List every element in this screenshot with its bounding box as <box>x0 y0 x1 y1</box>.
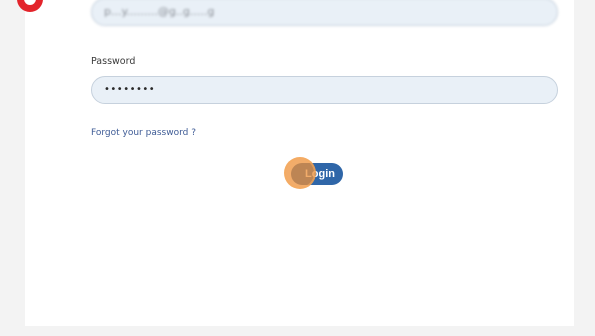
password-label: Password <box>91 56 136 67</box>
page: p...y.........@g..g.....g Password •••••… <box>0 0 595 336</box>
email-field[interactable]: p...y.........@g..g.....g <box>91 0 558 26</box>
login-card: p...y.........@g..g.....g Password •••••… <box>17 0 574 326</box>
forgot-password-link[interactable]: Forgot your password ? <box>91 128 196 138</box>
login-button[interactable]: Login <box>291 163 343 185</box>
password-field[interactable]: •••••••• <box>91 76 558 104</box>
step-marker-icon <box>17 0 43 12</box>
